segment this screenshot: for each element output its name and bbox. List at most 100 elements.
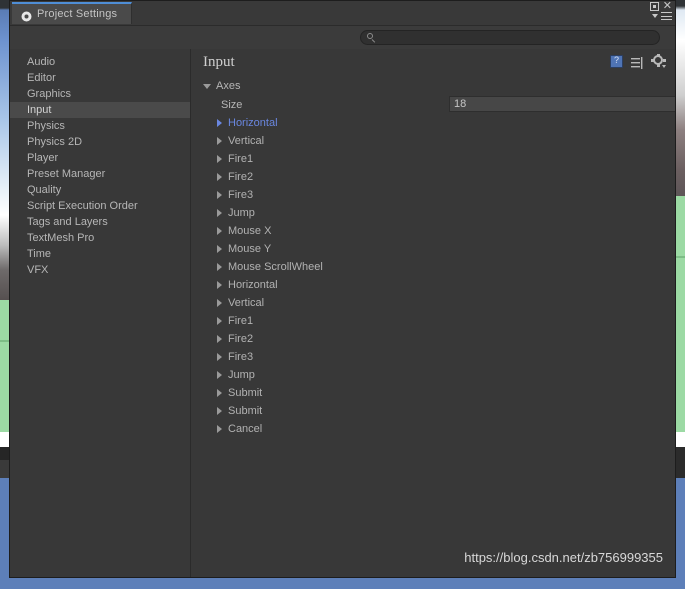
axis-row[interactable]: Jump xyxy=(203,204,663,222)
triangle-right-icon[interactable] xyxy=(217,425,222,433)
axis-row[interactable]: Vertical xyxy=(203,132,663,150)
tab-project-settings[interactable]: Project Settings xyxy=(12,2,133,24)
axis-row[interactable]: Vertical xyxy=(203,294,663,312)
sidebar-item-audio[interactable]: Audio xyxy=(10,54,190,70)
project-settings-window: Project Settings ✕ Audio Editor Graphics… xyxy=(9,0,676,578)
triangle-right-icon[interactable] xyxy=(217,335,222,343)
axis-row[interactable]: Fire3 xyxy=(203,348,663,366)
sidebar-item-label: Time xyxy=(27,248,52,260)
axes-group-label: Axes xyxy=(216,80,241,92)
axis-row[interactable]: Mouse ScrollWheel xyxy=(203,258,663,276)
triangle-right-icon[interactable] xyxy=(217,155,222,163)
triangle-right-icon[interactable] xyxy=(217,209,222,217)
axis-row[interactable]: Jump xyxy=(203,366,663,384)
chevron-down-icon[interactable] xyxy=(652,14,658,18)
maximize-icon[interactable] xyxy=(649,2,659,11)
triangle-right-icon[interactable] xyxy=(217,245,222,253)
axis-row[interactable]: Fire2 xyxy=(203,330,663,348)
triangle-right-icon[interactable] xyxy=(217,353,222,361)
sidebar-item-quality[interactable]: Quality xyxy=(10,182,190,198)
sidebar-item-label: Player xyxy=(27,152,59,164)
preset-icon[interactable] xyxy=(631,56,644,69)
triangle-right-icon[interactable] xyxy=(217,371,222,379)
axis-label: Horizontal xyxy=(228,117,278,129)
sidebar-item-physics-2d[interactable]: Physics 2D xyxy=(10,134,190,150)
triangle-right-icon[interactable] xyxy=(217,317,222,325)
axis-label: Jump xyxy=(228,369,255,381)
search-toolbar xyxy=(10,26,675,50)
triangle-right-icon[interactable] xyxy=(217,119,222,127)
search-field[interactable] xyxy=(360,30,660,45)
settings-category-sidebar: Audio Editor Graphics Input Physics Phys… xyxy=(10,49,191,577)
page-title: Input xyxy=(203,54,235,70)
axes-group-foldout[interactable]: Axes xyxy=(203,77,663,95)
sidebar-item-label: Input xyxy=(27,104,52,116)
desktop-background-right-green xyxy=(676,196,685,432)
triangle-right-icon[interactable] xyxy=(217,137,222,145)
panel-toolbar xyxy=(610,54,666,69)
axes-property-area: Axes Size 18 Horizontal Vertical Fire1 F… xyxy=(191,77,675,438)
sidebar-item-tags-and-layers[interactable]: Tags and Layers xyxy=(10,214,190,230)
triangle-right-icon[interactable] xyxy=(217,263,222,271)
sidebar-item-vfx[interactable]: VFX xyxy=(10,262,190,278)
hamburger-menu-icon[interactable] xyxy=(661,12,672,20)
triangle-right-icon[interactable] xyxy=(217,191,222,199)
axis-row[interactable]: Submit xyxy=(203,402,663,420)
sidebar-item-physics[interactable]: Physics xyxy=(10,118,190,134)
triangle-right-icon[interactable] xyxy=(217,389,222,397)
axis-row[interactable]: Mouse X xyxy=(203,222,663,240)
axis-label: Vertical xyxy=(228,297,265,309)
axis-row[interactable]: Horizontal xyxy=(203,276,663,294)
window-titlebar: Project Settings ✕ xyxy=(10,1,675,26)
sidebar-item-editor[interactable]: Editor xyxy=(10,70,190,86)
sidebar-item-textmesh-pro[interactable]: TextMesh Pro xyxy=(10,230,190,246)
help-book-icon[interactable] xyxy=(610,55,623,68)
search-icon xyxy=(367,33,376,43)
axis-label: Fire3 xyxy=(228,189,254,201)
input-settings-panel: Input ? Axes Size 18 Horizontal Vertical… xyxy=(191,49,675,577)
gear-icon xyxy=(21,9,32,21)
sidebar-item-label: Physics xyxy=(27,120,65,132)
search-input[interactable] xyxy=(380,31,644,44)
triangle-right-icon[interactable] xyxy=(217,227,222,235)
sidebar-item-label: Graphics xyxy=(27,88,72,100)
close-icon[interactable]: ✕ xyxy=(663,1,672,12)
axis-row[interactable]: Fire1 xyxy=(203,150,663,168)
gear-dropdown-icon[interactable] xyxy=(651,54,666,68)
axis-label: Fire2 xyxy=(228,171,254,183)
desktop-background-right-white xyxy=(676,432,685,447)
axis-label: Fire3 xyxy=(228,351,254,363)
sidebar-item-player[interactable]: Player xyxy=(10,150,190,166)
axis-label: Submit xyxy=(228,405,263,417)
axis-row[interactable]: Fire1 xyxy=(203,312,663,330)
triangle-right-icon[interactable] xyxy=(217,281,222,289)
sidebar-item-label: VFX xyxy=(27,264,49,276)
window-controls: ✕ xyxy=(642,1,672,24)
sidebar-item-input[interactable]: Input xyxy=(10,102,190,118)
axis-row[interactable]: Fire3 xyxy=(203,186,663,204)
desktop-background-right-blue xyxy=(676,478,685,589)
axis-row[interactable]: Fire2 xyxy=(203,168,663,186)
triangle-right-icon[interactable] xyxy=(217,173,222,181)
panel-header: Input xyxy=(191,49,675,77)
axis-row[interactable]: Horizontal xyxy=(203,114,663,132)
sidebar-item-time[interactable]: Time xyxy=(10,246,190,262)
sidebar-item-graphics[interactable]: Graphics xyxy=(10,86,190,102)
triangle-right-icon[interactable] xyxy=(217,407,222,415)
window-body: Audio Editor Graphics Input Physics Phys… xyxy=(10,49,675,577)
axis-row[interactable]: Mouse Y xyxy=(203,240,663,258)
sidebar-item-script-execution-order[interactable]: Script Execution Order xyxy=(10,198,190,214)
triangle-right-icon[interactable] xyxy=(217,299,222,307)
axis-label: Fire1 xyxy=(228,153,254,165)
sidebar-item-preset-manager[interactable]: Preset Manager xyxy=(10,166,190,182)
axis-label: Vertical xyxy=(228,135,265,147)
axis-row[interactable]: Cancel xyxy=(203,420,663,438)
sidebar-item-label: TextMesh Pro xyxy=(27,232,95,244)
axis-row[interactable]: Submit xyxy=(203,384,663,402)
sidebar-item-label: Tags and Layers xyxy=(27,216,108,228)
axes-size-input[interactable]: 18 xyxy=(449,96,675,112)
sidebar-item-label: Quality xyxy=(27,184,62,196)
axis-label: Mouse ScrollWheel xyxy=(228,261,323,273)
watermark-text: https://blog.csdn.net/zb756999355 xyxy=(464,550,663,565)
axis-label: Jump xyxy=(228,207,255,219)
